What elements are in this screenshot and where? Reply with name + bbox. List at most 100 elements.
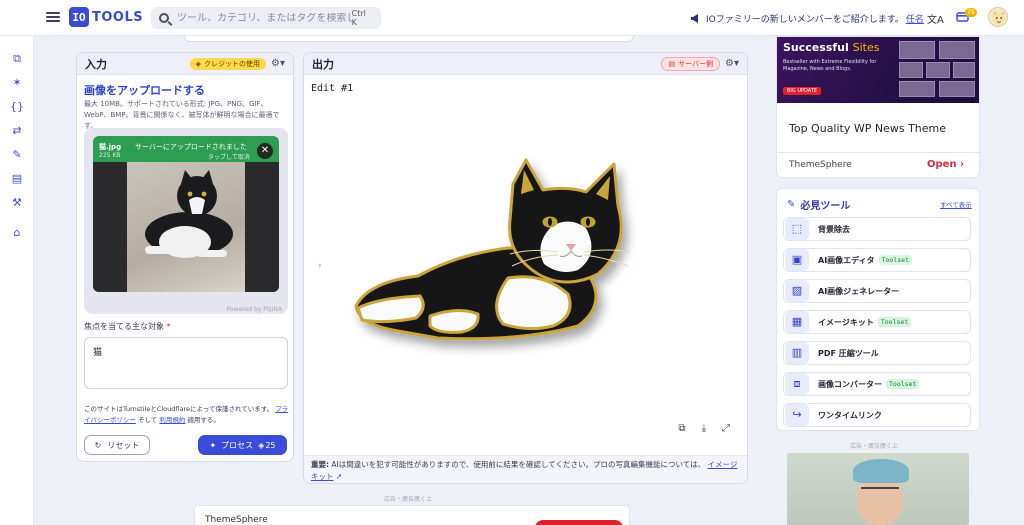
download-icon[interactable]: ⤓ bbox=[698, 423, 710, 435]
reset-label: リセット bbox=[107, 440, 140, 450]
credit-count-badge: 75 bbox=[965, 8, 977, 17]
video-ad[interactable] bbox=[787, 453, 969, 525]
announcement-link[interactable]: 任名 bbox=[906, 12, 924, 25]
search-icon bbox=[159, 13, 169, 23]
right-ad-card[interactable]: Successful Sites Bestseller with Extreme… bbox=[776, 36, 980, 178]
tool-item[interactable]: ▣ AI画像エディタ Toolset bbox=[783, 248, 971, 272]
credit-usage-label: クレジットの使用 bbox=[204, 59, 261, 68]
announcement-text: IOファミリーの新しいメンバーをご紹介します。 bbox=[706, 15, 904, 25]
chevron-left-icon[interactable]: › bbox=[318, 261, 322, 271]
file-size: 225 KB bbox=[99, 152, 121, 159]
protection-notice: このサイトはTurnstileとCloudflareによって保護されています。 … bbox=[84, 404, 290, 426]
copy-icon[interactable]: ⧉ bbox=[10, 52, 24, 66]
process-cost: 25 bbox=[265, 440, 276, 450]
server-side-chip[interactable]: ▤ サーバー側 bbox=[661, 56, 721, 71]
upload-status: サーバーにアップロードされました bbox=[135, 143, 247, 151]
top-strip bbox=[184, 36, 634, 42]
close-icon: ✕ bbox=[260, 145, 270, 156]
coin-icon: ◈ bbox=[195, 59, 202, 68]
copy-icon[interactable]: ⧉ bbox=[676, 423, 688, 435]
image-convert-icon: ⧈ bbox=[785, 373, 809, 395]
sparkle-icon: ✦ bbox=[209, 440, 217, 450]
cat-photo-image bbox=[145, 170, 233, 258]
output-tools: ⧉ ⤓ ⤢ bbox=[676, 423, 732, 435]
tool-item[interactable]: ↪ ワンタイムリンク bbox=[783, 403, 971, 427]
tools-title: ✎ 必見ツール bbox=[787, 197, 850, 212]
output-panel-header: 出力 ▤ サーバー側 ⚙▾ bbox=[304, 53, 747, 75]
notice-text: このサイトはTurnstileとCloudflareによって保護されています。 bbox=[84, 405, 274, 413]
tools-title-text: 必見ツール bbox=[800, 201, 851, 212]
tool-item[interactable]: ▨ AI画像ジェネレーター bbox=[783, 279, 971, 303]
ad-open-button[interactable]: Open › bbox=[927, 159, 964, 170]
document-icon[interactable]: ▤ bbox=[10, 172, 24, 186]
ad-headline-bold: Successful bbox=[783, 41, 849, 54]
search-input[interactable] bbox=[177, 12, 352, 24]
tool-item[interactable]: ⬚ 背景除去 bbox=[783, 217, 971, 241]
ad-main-text: Top Quality WP News Theme bbox=[789, 122, 947, 135]
ad-note: 広告・廣告廣く上 bbox=[384, 496, 433, 503]
toolset-tag: Toolset bbox=[877, 317, 912, 327]
tool-item[interactable]: ▦ イメージキット Toolset bbox=[783, 310, 971, 334]
credit-usage-chip[interactable]: ◈ クレジットの使用 bbox=[189, 57, 267, 70]
tool-label: AI画像ジェネレーター bbox=[818, 286, 900, 296]
magic-wand-icon[interactable]: ✶ bbox=[10, 76, 24, 90]
tag-icon[interactable]: ⌂ bbox=[10, 226, 24, 240]
translate-icon[interactable]: 文A bbox=[927, 11, 944, 26]
tool-label: イメージキット bbox=[818, 317, 874, 327]
ad-headline: Successful Sites bbox=[783, 41, 879, 54]
settings-icon[interactable]: ⚙▾ bbox=[271, 58, 285, 69]
avatar[interactable] bbox=[988, 7, 1008, 27]
tool-item[interactable]: ▥ PDF 圧縮ツール bbox=[783, 341, 971, 365]
refresh-icon: ↻ bbox=[94, 440, 102, 450]
reset-button[interactable]: ↻ リセット bbox=[84, 435, 150, 455]
bottom-ad[interactable]: ThemeSphere bbox=[194, 505, 630, 525]
edit-icon[interactable]: ✎ bbox=[10, 148, 24, 162]
process-label: プロセス bbox=[221, 440, 254, 450]
image-dropzone[interactable]: 猫.jpg 225 KB サーバーにアップロードされました タップして取消 ✕ … bbox=[84, 128, 288, 314]
upload-title: 画像をアップロードする bbox=[84, 84, 205, 97]
image-generate-icon: ▨ bbox=[785, 280, 809, 302]
see-all-link[interactable]: すべて表示 bbox=[940, 199, 972, 209]
megaphone-icon bbox=[691, 14, 698, 23]
share-arrow-icon: ↪ bbox=[785, 404, 809, 426]
ad-thumbnails bbox=[899, 41, 977, 99]
search-bar[interactable]: Ctrl K bbox=[151, 7, 381, 29]
toolset-tag: Toolset bbox=[886, 379, 920, 389]
notice-and: そして bbox=[137, 416, 158, 424]
focus-label: 焦点を当てる主な対象 * bbox=[84, 321, 171, 332]
server-icon: ▤ bbox=[668, 59, 676, 68]
ad-badge: BIG UPDATE bbox=[783, 87, 822, 95]
tool-item[interactable]: ⧈ 画像コンバーター Toolset bbox=[783, 372, 971, 396]
convert-icon[interactable]: ⇄ bbox=[10, 124, 24, 138]
bottom-ad-button[interactable] bbox=[535, 520, 623, 525]
upload-hint: タップして取消 bbox=[208, 154, 250, 161]
search-shortcut: Ctrl K bbox=[351, 9, 366, 27]
required-mark: * bbox=[166, 322, 171, 331]
wrench-icon[interactable]: ⚒ bbox=[10, 196, 24, 210]
logo-badge: IO bbox=[69, 7, 89, 27]
menu-icon[interactable] bbox=[46, 10, 60, 24]
logo[interactable]: IO TOOLS bbox=[69, 7, 143, 27]
chevron-right-icon: › bbox=[960, 159, 965, 170]
process-button[interactable]: ✦ プロセス ◈ 25 bbox=[198, 435, 287, 455]
settings-icon[interactable]: ⚙▾ bbox=[725, 58, 739, 69]
left-rail: ⧉ ✶ {} ⇄ ✎ ▤ ⚒ ⌂ bbox=[0, 36, 34, 525]
tool-label: 画像コンバーター bbox=[818, 379, 882, 389]
fullscreen-icon[interactable]: ⤢ bbox=[720, 423, 732, 435]
powered-by[interactable]: Powered by PQINA bbox=[227, 306, 282, 313]
announcement[interactable]: IOファミリーの新しいメンバーをご紹介します。 任名 bbox=[690, 12, 924, 25]
pdf-compress-icon: ▥ bbox=[785, 342, 809, 364]
output-panel-title: 出力 bbox=[312, 57, 334, 71]
image-kit-icon: ▦ bbox=[785, 311, 809, 333]
terms-link[interactable]: 利用規約 bbox=[159, 416, 185, 424]
braces-icon[interactable]: {} bbox=[10, 100, 24, 114]
remove-background-icon: ⬚ bbox=[785, 218, 809, 240]
bottom-ad-brand: ThemeSphere bbox=[205, 515, 268, 525]
must-see-tools-card: ✎ 必見ツール すべて表示 ⬚ 背景除去 ▣ AI画像エディタ Toolset … bbox=[776, 188, 980, 431]
top-header: IO TOOLS Ctrl K IOファミリーの新しいメンバーをご紹介します。 … bbox=[0, 0, 1024, 36]
ad-headline-accent: Sites bbox=[852, 41, 880, 54]
focus-subject-input[interactable]: 猫 bbox=[84, 337, 288, 389]
focus-label-text: 焦点を当てる主な対象 bbox=[84, 322, 164, 331]
remove-file-button[interactable]: ✕ bbox=[257, 143, 273, 159]
tool-label: ワンタイムリンク bbox=[818, 410, 882, 420]
